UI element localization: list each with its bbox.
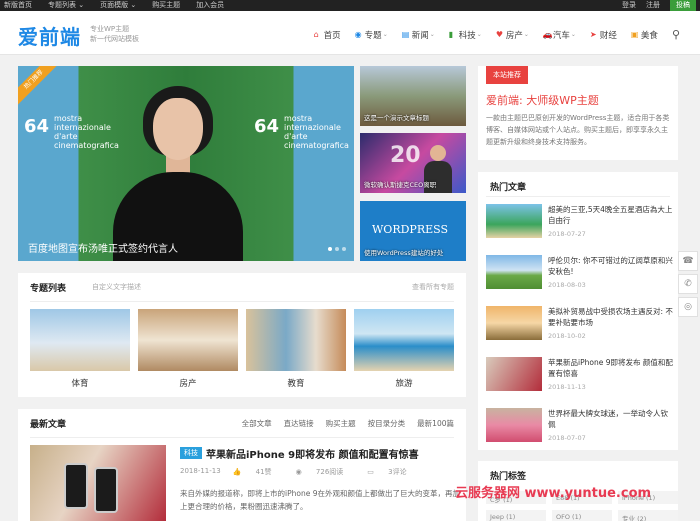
- car-icon: 🚗: [542, 29, 553, 39]
- heart-icon: ♥: [495, 29, 503, 39]
- latest-title: 最新文章: [30, 420, 67, 430]
- nav-item-realestate[interactable]: ♥ 房产 ⌄: [496, 29, 529, 41]
- chevron-down-icon: ⌄: [382, 31, 388, 38]
- topics-more-link[interactable]: 查看所有专题: [412, 282, 454, 292]
- nav-item-auto[interactable]: 🚗 汽车 ⌄: [543, 29, 576, 41]
- wechat-icon[interactable]: ✆: [678, 274, 698, 294]
- floating-toolbar: ☎ ✆ ◎: [678, 251, 698, 320]
- topic-card-realestate[interactable]: 房产: [138, 309, 238, 389]
- tab-buy[interactable]: 购买主题: [326, 418, 356, 429]
- post-category-badge[interactable]: 科技: [180, 447, 202, 459]
- latest-panel: 最新文章 全部文章 直达链接 购买主题 按目录分类 最新100篇 科技 苹果新品…: [18, 409, 466, 521]
- thumb-up-icon: 👍: [232, 468, 242, 476]
- main-nav: ⌂ 首页 ◉ 专题 ⌄ ▤ 新闻 ⌄ ▮ 科技 ⌄ ♥ 房产 ⌄ 🚗 汽车 ⌄ ➤ 财经 ▣ 美食 ⚲: [300, 28, 680, 41]
- site-tagline: 专业WP主题 新一代网站模板: [90, 25, 139, 43]
- recommend-desc: 一款由主题巴巴原创开发的WordPress主题，适合用于各类博客、自媒体网站或个…: [486, 114, 670, 146]
- weibo-icon[interactable]: ◎: [678, 297, 698, 317]
- slider-dots: [325, 247, 346, 251]
- watermark: 云服务器网 www.yuntue.com: [455, 486, 652, 501]
- topbar-link-join[interactable]: 加入会员: [196, 0, 224, 11]
- tab-direct[interactable]: 直达链接: [284, 418, 314, 429]
- hot-post-item[interactable]: 呼伦贝尔: 你不可错过的辽阔草原和兴安秋色! 2018-08-03: [486, 255, 674, 295]
- chevron-down-icon: ⌄: [429, 31, 435, 38]
- eye-icon: ◉: [295, 468, 302, 476]
- home-icon: ⌂: [313, 29, 319, 39]
- latest-tabs: 全部文章 直达链接 购买主题 按目录分类 最新100篇: [230, 418, 454, 429]
- plane-icon: ➤: [589, 29, 597, 39]
- topic-card-education[interactable]: 教育: [246, 309, 346, 389]
- slider-dot[interactable]: [342, 247, 346, 251]
- food-icon: ▣: [630, 29, 639, 39]
- topbar-link-buy[interactable]: 购买主题: [152, 0, 180, 11]
- festival-logo-text: mostra internazionale d'arte cinematogra…: [284, 114, 349, 150]
- festival-logo-text: mostra internazionale d'arte cinematogra…: [54, 114, 119, 150]
- chevron-down-icon: ⌄: [476, 31, 482, 38]
- tab-latest100[interactable]: 最新100篇: [417, 418, 454, 429]
- site-logo[interactable]: 爱前端: [18, 21, 81, 50]
- nav-item-finance[interactable]: ➤ 财经: [590, 29, 617, 41]
- hot-post-item[interactable]: 苹果新品iPhone 9即将发布 颜值和配置有惊喜 2018-11-13: [486, 357, 674, 397]
- tab-category[interactable]: 按目录分类: [368, 418, 406, 429]
- nav-item-home[interactable]: ⌂ 首页: [314, 29, 341, 41]
- contribute-button[interactable]: 投稿: [670, 0, 696, 11]
- site-header: 爱前端 专业WP主题 新一代网站模板 ⌂ 首页 ◉ 专题 ⌄ ▤ 新闻 ⌄ ▮ 科技 ⌄ ♥ 房…: [0, 11, 700, 55]
- featured-thumb-3[interactable]: WORDPRESS 使用WordPress建站的好处: [360, 201, 466, 261]
- globe-icon: ◉: [354, 29, 362, 39]
- featured-thumb-1[interactable]: 这是一个演示文章标题: [360, 66, 466, 126]
- hot-posts-title: 热门文章: [490, 183, 527, 193]
- topics-title: 专题列表: [30, 284, 67, 294]
- comment-icon: ▭: [367, 468, 374, 476]
- tag-item[interactable]: OFO (1): [552, 510, 612, 521]
- tab-all[interactable]: 全部文章: [242, 418, 272, 429]
- recommend-badge: 本站推荐: [486, 66, 528, 84]
- slider-dot[interactable]: [328, 247, 332, 251]
- hot-tags-title: 热门标签: [490, 472, 527, 482]
- topbar-link-home[interactable]: 新版首页: [4, 0, 32, 11]
- featured-thumb-2[interactable]: 20 微软确认斯捷克CEO离职: [360, 133, 466, 193]
- topbar-link-topics[interactable]: 专题列表 ⌄: [48, 0, 84, 11]
- festival-logo-number: 64: [24, 116, 50, 137]
- post-thumbnail[interactable]: [30, 445, 166, 521]
- nav-item-topics[interactable]: ◉ 专题 ⌄: [355, 29, 388, 41]
- site-recommend-panel: 本站推荐 爱前端: 大师级WP主题 一款由主题巴巴原创开发的WordPress主…: [478, 66, 678, 160]
- topics-panel: 专题列表 自定义文字描述 查看所有专题 体育 房产 教育 旅游: [18, 273, 466, 397]
- chevron-down-icon: ⌄: [523, 31, 529, 38]
- post-likes: 👍 41赞: [232, 468, 272, 476]
- post-title[interactable]: 苹果新品iPhone 9即将发布 颜值和配置有惊喜: [206, 446, 419, 461]
- post-date: 2018-11-13: [180, 467, 221, 475]
- hot-post-item[interactable]: 世界杯最大牌女球迷，一举动令人钦佩 2018-07-07: [486, 408, 674, 448]
- tag-item[interactable]: 专业 (2): [618, 510, 678, 521]
- hot-posts-panel: 热门文章 超美的三亚,5天4晚全五星酒店為大上自由行 2018-07-27 呼伦…: [478, 172, 678, 450]
- topic-card-travel[interactable]: 旅游: [354, 309, 454, 389]
- wordpress-logo: WORDPRESS: [372, 223, 449, 236]
- news-icon: ▤: [401, 29, 410, 39]
- post-views: ◉ 726阅读: [295, 468, 344, 476]
- tag-item[interactable]: Jeep (1): [486, 510, 546, 521]
- book-icon: ▮: [448, 29, 454, 39]
- login-link[interactable]: 登录: [622, 0, 636, 11]
- slider-portrait: [113, 86, 243, 261]
- hot-post-item[interactable]: 美拟补贸易战中受损农场主遇反对: 不要补贴要市场 2018-10-02: [486, 306, 674, 346]
- recommend-title[interactable]: 爱前端: 大师级WP主题: [486, 92, 599, 108]
- phone-icon[interactable]: ☎: [678, 251, 698, 271]
- slider-dot[interactable]: [335, 247, 339, 251]
- search-icon[interactable]: ⚲: [672, 28, 680, 41]
- nav-item-news[interactable]: ▤ 新闻 ⌄: [402, 29, 435, 41]
- slider-caption[interactable]: 百度地图宣布汤唯正式签约代言人: [28, 240, 178, 255]
- nav-item-food[interactable]: ▣ 美食: [631, 29, 658, 41]
- topic-card-sports[interactable]: 体育: [30, 309, 130, 389]
- nav-item-tech[interactable]: ▮ 科技 ⌄: [449, 29, 482, 41]
- topics-subtitle: 自定义文字描述: [92, 283, 141, 291]
- topbar-link-templates[interactable]: 页面模版 ⌄: [100, 0, 136, 11]
- chevron-down-icon: ⌄: [570, 31, 576, 38]
- hot-post-item[interactable]: 超美的三亚,5天4晚全五星酒店為大上自由行 2018-07-27: [486, 204, 674, 244]
- hero-slider[interactable]: 64 mostra internazionale d'arte cinemato…: [18, 66, 354, 261]
- post-excerpt: 来自外媒的报道称，即将上市的iPhone 9在外观和颜值上都做出了巨大的变革，再…: [180, 489, 460, 511]
- register-link[interactable]: 注册: [646, 0, 660, 11]
- post-comments: ▭ 3评论: [367, 468, 407, 476]
- post-meta: 2018-11-13 👍 41赞 ◉ 726阅读 ▭ 3评论: [180, 467, 431, 477]
- festival-logo-number: 64: [254, 116, 280, 137]
- top-bar: 新版首页 专题列表 ⌄ 页面模版 ⌄ 购买主题 加入会员 登录 注册 投稿: [0, 0, 700, 11]
